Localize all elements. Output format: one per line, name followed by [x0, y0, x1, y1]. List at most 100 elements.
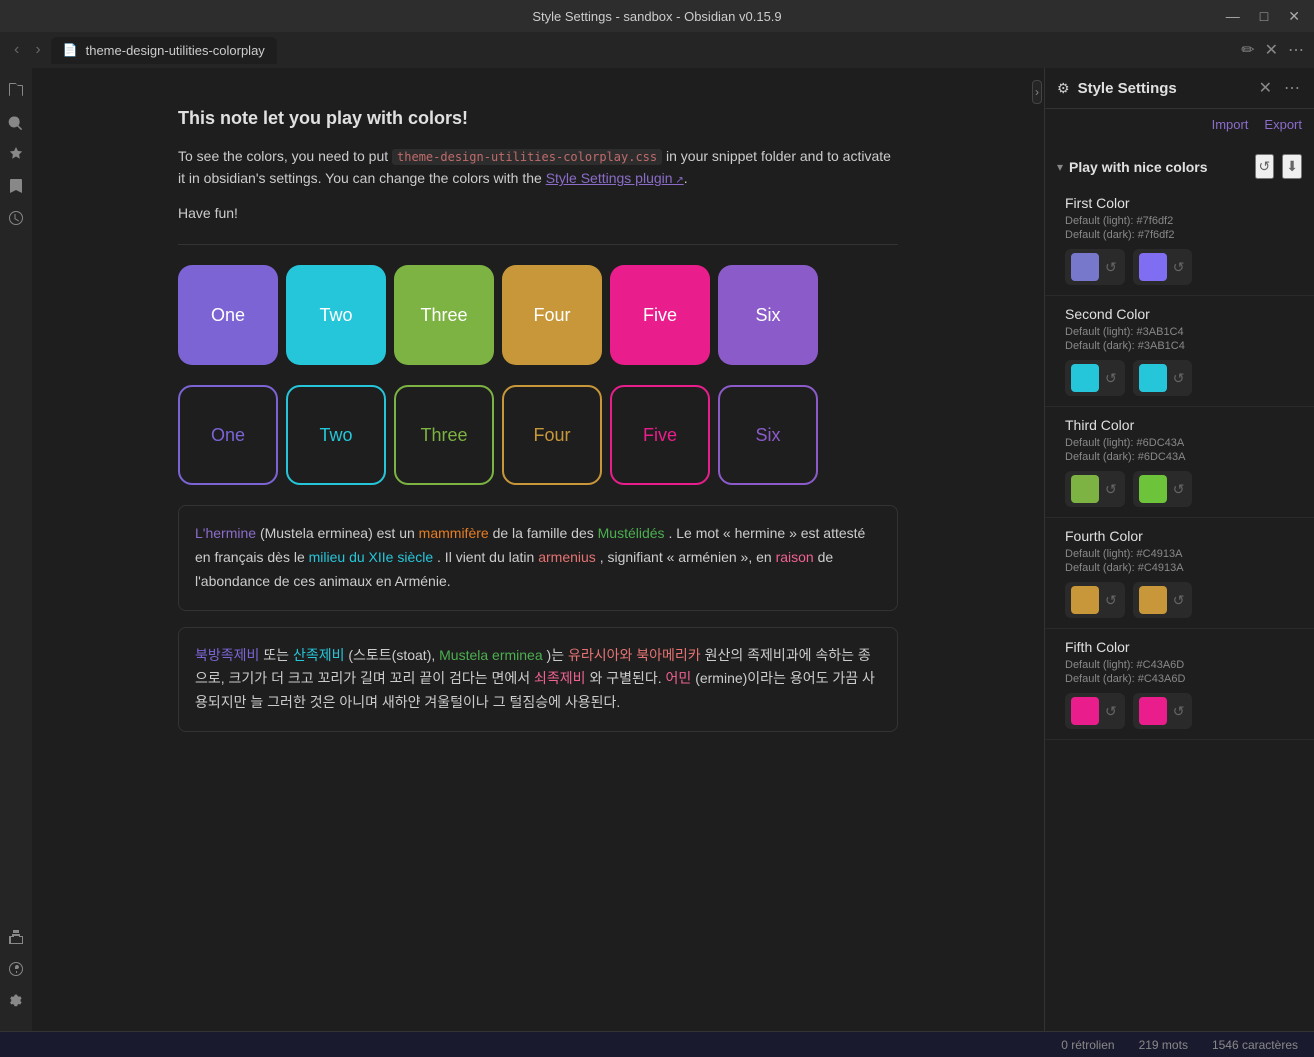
third-color-light-reset[interactable]: ↺ [1103, 479, 1119, 500]
panel-actions: Import Export [1045, 109, 1314, 140]
close-tab-button[interactable]: ✕ [1263, 38, 1280, 62]
third-color-light-swatch[interactable] [1071, 475, 1099, 503]
fifth-color-setting: Fifth Color Default (light): #C43A6D Def… [1045, 629, 1314, 740]
sidebar-icon-help[interactable] [2, 955, 30, 983]
sidebar-icon-starred[interactable] [2, 140, 30, 168]
edit-icon[interactable]: ✏ [1239, 38, 1256, 62]
intro-paragraph: To see the colors, you need to put theme… [178, 145, 898, 190]
retrolien-count: 0 rétrolien [1061, 1038, 1114, 1052]
sidebar-icon-plugins[interactable] [2, 923, 30, 951]
first-color-light-swatch[interactable] [1071, 253, 1099, 281]
second-color-light-reset[interactable]: ↺ [1103, 368, 1119, 389]
third-color-light-group: ↺ [1065, 471, 1125, 507]
tabbar: ‹ › 📄 theme-design-utilities-colorplay ✏… [0, 32, 1314, 68]
first-color-light-reset[interactable]: ↺ [1103, 257, 1119, 278]
nav-forward-button[interactable]: › [29, 39, 46, 61]
korean-text-7: 유라시아와 북아메리카 [568, 647, 701, 663]
sidebar-bottom-icons [2, 923, 30, 1023]
first-color-title: First Color [1065, 195, 1298, 211]
section-download-button[interactable]: ⬇ [1282, 154, 1302, 179]
color-box-three-filled[interactable]: Three [394, 265, 494, 365]
third-color-swatches: ↺ ↺ [1065, 471, 1298, 507]
section-title: Play with nice colors [1069, 159, 1208, 175]
fourth-color-dark-group: ↺ [1133, 582, 1193, 618]
right-panel: ⚙ Style Settings ✕ ⋯ Import Export ▾ Pla… [1044, 68, 1314, 1031]
milieu-word: milieu du XIIe siècle [309, 549, 434, 565]
close-window-button[interactable]: ✕ [1282, 6, 1306, 27]
style-settings-link[interactable]: Style Settings plugin [546, 170, 684, 186]
korean-text-1: 북방족제비 [195, 647, 259, 663]
panel-content: ▾ Play with nice colors ↺ ⬇ First Color … [1045, 140, 1314, 1031]
mammifere-word: mammifère [419, 525, 489, 541]
second-color-dark-reset[interactable]: ↺ [1171, 368, 1187, 389]
status-bar: 0 rétrolien 219 mots 1546 caractères [0, 1031, 1314, 1057]
titlebar: Style Settings - sandbox - Obsidian v0.1… [0, 0, 1314, 32]
color-box-one-filled[interactable]: One [178, 265, 278, 365]
minimize-button[interactable]: — [1220, 6, 1246, 27]
second-color-dark-swatch[interactable] [1139, 364, 1167, 392]
second-color-dark-group: ↺ [1133, 360, 1193, 396]
color-box-five-filled[interactable]: Five [610, 265, 710, 365]
third-color-dark-swatch[interactable] [1139, 475, 1167, 503]
korean-text-10: 와 구별된다. [589, 670, 665, 686]
active-tab[interactable]: 📄 theme-design-utilities-colorplay [51, 37, 277, 64]
first-color-dark-group: ↺ [1133, 249, 1193, 285]
fifth-color-light-reset[interactable]: ↺ [1103, 701, 1119, 722]
color-box-three-outline[interactable]: Three [394, 385, 494, 485]
char-count: 1546 caractères [1212, 1038, 1298, 1052]
color-box-six-filled[interactable]: Six [718, 265, 818, 365]
sidebar-icon-recent[interactable] [2, 204, 30, 232]
third-color-dark-group: ↺ [1133, 471, 1193, 507]
sidebar-icon-settings[interactable] [2, 987, 30, 1015]
outline-color-boxes: One Two Three Four Five Six [178, 385, 898, 485]
color-box-one-outline[interactable]: One [178, 385, 278, 485]
editor-content: This note let you play with colors! To s… [178, 108, 898, 732]
more-panel-options[interactable]: ⋯ [1282, 76, 1302, 100]
color-box-four-filled[interactable]: Four [502, 265, 602, 365]
fourth-color-light-swatch[interactable] [1071, 586, 1099, 614]
third-color-default-dark: Default (dark): #6DC43A [1065, 451, 1298, 463]
section-reset-button[interactable]: ↺ [1255, 154, 1275, 179]
korean-text-9: 쇠족제비 [534, 670, 586, 686]
section-play-with-colors[interactable]: ▾ Play with nice colors ↺ ⬇ [1045, 148, 1314, 185]
fourth-color-dark-swatch[interactable] [1139, 586, 1167, 614]
fifth-color-dark-swatch[interactable] [1139, 697, 1167, 725]
sidebar-icon-files[interactable] [2, 76, 30, 104]
third-color-dark-reset[interactable]: ↺ [1171, 479, 1187, 500]
korean-text-3: 산족제비 [293, 647, 345, 663]
fourth-color-dark-reset[interactable]: ↺ [1171, 590, 1187, 611]
fourth-color-light-reset[interactable]: ↺ [1103, 590, 1119, 611]
fifth-color-dark-reset[interactable]: ↺ [1171, 701, 1187, 722]
sidebar-left [0, 68, 32, 1031]
more-options-icon[interactable]: ⋯ [1286, 38, 1306, 62]
first-color-swatches: ↺ ↺ [1065, 249, 1298, 285]
second-color-light-swatch[interactable] [1071, 364, 1099, 392]
window-controls[interactable]: — □ ✕ [1220, 6, 1306, 27]
nav-back-button[interactable]: ‹ [8, 39, 25, 61]
color-box-five-outline[interactable]: Five [610, 385, 710, 485]
color-box-two-filled[interactable]: Two [286, 265, 386, 365]
color-box-four-outline[interactable]: Four [502, 385, 602, 485]
fifth-color-light-swatch[interactable] [1071, 697, 1099, 725]
first-color-dark-swatch[interactable] [1139, 253, 1167, 281]
french-text-2: de la famille des [493, 525, 598, 541]
color-box-six-outline[interactable]: Six [718, 385, 818, 485]
fourth-color-swatches: ↺ ↺ [1065, 582, 1298, 618]
close-panel-button[interactable]: ✕ [1257, 76, 1274, 100]
fourth-color-light-group: ↺ [1065, 582, 1125, 618]
first-color-dark-reset[interactable]: ↺ [1171, 257, 1187, 278]
collapse-panel-button[interactable]: › [1032, 80, 1042, 104]
french-text-block: L'hermine (Mustela erminea) est un mammi… [178, 505, 898, 610]
import-link[interactable]: Import [1212, 117, 1249, 132]
export-link[interactable]: Export [1264, 117, 1302, 132]
maximize-button[interactable]: □ [1254, 6, 1274, 27]
divider-1 [178, 244, 898, 245]
fourth-color-default-light: Default (light): #C4913A [1065, 548, 1298, 560]
color-box-two-outline[interactable]: Two [286, 385, 386, 485]
sidebar-icon-bookmarks[interactable] [2, 172, 30, 200]
note-heading: This note let you play with colors! [178, 108, 898, 129]
fifth-color-dark-group: ↺ [1133, 693, 1193, 729]
sidebar-icon-search[interactable] [2, 108, 30, 136]
editor-area[interactable]: This note let you play with colors! To s… [32, 68, 1044, 1031]
french-text-1: (Mustela erminea) est un [260, 525, 419, 541]
